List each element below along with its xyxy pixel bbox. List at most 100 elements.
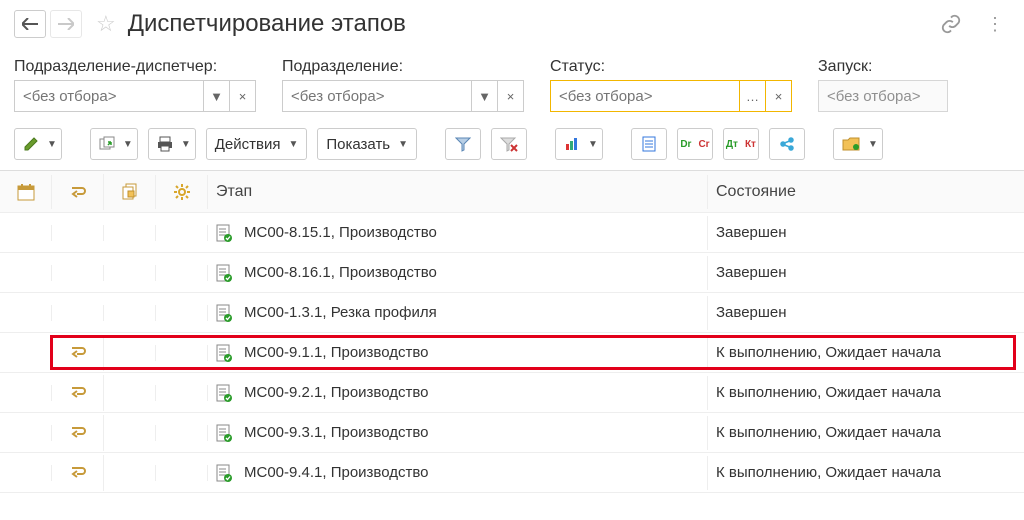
cell-multi: [104, 225, 156, 241]
cell-state: К выполнению, Ожидает начала: [708, 376, 1024, 409]
cell-calendar: [0, 265, 52, 281]
report-list-button[interactable]: [631, 128, 667, 160]
more-menu-icon[interactable]: ⋮: [986, 14, 1004, 35]
stage-text: МС00-9.3.1, Производство: [244, 424, 429, 441]
filter-status-label: Статус:: [550, 58, 792, 76]
cell-stage: МС00-9.2.1, Производство: [208, 376, 708, 410]
document-ok-icon: [216, 264, 232, 282]
col-calendar-icon[interactable]: [0, 175, 52, 209]
filter-launch-input: [818, 80, 948, 112]
cell-gear: [156, 225, 208, 241]
cell-multi: [104, 305, 156, 321]
cell-loop-icon: [52, 265, 104, 281]
filter-division-input[interactable]: [282, 80, 472, 112]
table-row[interactable]: МС00-9.2.1, Производство К выполнению, Ож…: [0, 373, 1024, 413]
refresh-button[interactable]: ▼: [90, 128, 138, 160]
table-row[interactable]: МС00-9.1.1, Производство К выполнению, Ож…: [0, 333, 1024, 373]
filter-dispatcher-dropdown[interactable]: ▼: [204, 80, 230, 112]
cell-gear: [156, 345, 208, 361]
col-gear-icon[interactable]: [156, 175, 208, 209]
col-state-header[interactable]: Состояние: [708, 175, 1024, 209]
filter-division-dropdown[interactable]: ▼: [472, 80, 498, 112]
stage-text: МС00-9.1.1, Производство: [244, 344, 429, 361]
document-ok-icon: [216, 384, 232, 402]
cell-loop-icon: [52, 455, 104, 491]
document-ok-icon: [216, 464, 232, 482]
filter-dispatcher-label: Подразделение-диспетчер:: [14, 58, 256, 76]
cell-loop-icon: [52, 225, 104, 241]
cell-stage: МС00-1.3.1, Резка профиля: [208, 296, 708, 330]
cell-gear: [156, 385, 208, 401]
table-row[interactable]: МС00-1.3.1, Резка профиля Завершен: [0, 293, 1024, 333]
cell-calendar: [0, 385, 52, 401]
document-ok-icon: [216, 424, 232, 442]
cell-loop-icon: [52, 335, 104, 371]
nav-forward-button[interactable]: [50, 10, 82, 38]
cell-stage: МС00-8.16.1, Производство: [208, 256, 708, 290]
filter-division-label: Подразделение:: [282, 58, 524, 76]
filter-dispatcher-clear[interactable]: ×: [230, 80, 256, 112]
cell-calendar: [0, 305, 52, 321]
cell-gear: [156, 465, 208, 481]
stage-text: МС00-9.2.1, Производство: [244, 384, 429, 401]
cell-loop-icon: [52, 305, 104, 321]
cell-calendar: [0, 225, 52, 241]
table-row[interactable]: МС00-9.4.1, ПроизводствоК выполнению, Ож…: [0, 453, 1024, 493]
cell-gear: [156, 425, 208, 441]
drcr-button[interactable]: DrCr: [677, 128, 713, 160]
stage-text: МС00-1.3.1, Резка профиля: [244, 304, 437, 321]
cell-stage: МС00-9.3.1, Производство: [208, 416, 708, 450]
table-header: Этап Состояние: [0, 171, 1024, 213]
filter-status-pick[interactable]: …: [740, 80, 766, 112]
cell-calendar: [0, 465, 52, 481]
favorite-star-icon[interactable]: ☆: [96, 11, 116, 37]
document-ok-icon: [216, 344, 232, 362]
col-multi-icon[interactable]: [104, 175, 156, 209]
cell-gear: [156, 265, 208, 281]
actions-button[interactable]: Действия ▼: [206, 128, 308, 160]
stage-text: МС00-8.15.1, Производство: [244, 224, 437, 241]
cell-loop-icon: [52, 375, 104, 411]
filter-dispatcher-input[interactable]: [14, 80, 204, 112]
cell-multi: [104, 265, 156, 281]
cell-multi: [104, 425, 156, 441]
cell-state: К выполнению, Ожидает начала: [708, 456, 1024, 489]
document-ok-icon: [216, 224, 232, 242]
cell-multi: [104, 465, 156, 481]
actions-label: Действия: [215, 136, 281, 153]
filter-clear-button[interactable]: [491, 128, 527, 160]
edit-button[interactable]: ▼: [14, 128, 62, 160]
stages-table: Этап Состояние МС00-8.15.1, Производство…: [0, 170, 1024, 493]
cell-state: Завершен: [708, 256, 1024, 289]
filter-status-clear[interactable]: ×: [766, 80, 792, 112]
filter-division-clear[interactable]: ×: [498, 80, 524, 112]
filter-status-input[interactable]: [550, 80, 740, 112]
table-row[interactable]: МС00-8.15.1, ПроизводствоЗавершен: [0, 213, 1024, 253]
show-label: Показать: [326, 136, 390, 153]
folder-button[interactable]: ▼: [833, 128, 883, 160]
cell-state: Завершен: [708, 296, 1024, 329]
cell-stage: МС00-9.4.1, Производство: [208, 456, 708, 490]
cell-state: К выполнению, Ожидает начала: [708, 416, 1024, 449]
chart-button[interactable]: ▼: [555, 128, 603, 160]
cell-calendar: [0, 425, 52, 441]
cell-state: К выполнению, Ожидает начала: [708, 336, 1024, 369]
nav-back-button[interactable]: [14, 10, 46, 38]
col-loop-icon[interactable]: [52, 174, 104, 210]
document-ok-icon: [216, 304, 232, 322]
dtkt-button[interactable]: ДтКт: [723, 128, 759, 160]
col-stage-header[interactable]: Этап: [208, 175, 708, 209]
cell-gear: [156, 305, 208, 321]
filter-funnel-button[interactable]: [445, 128, 481, 160]
cell-loop-icon: [52, 415, 104, 451]
print-button[interactable]: ▼: [148, 128, 196, 160]
cell-stage: МС00-9.1.1, Производство: [208, 336, 708, 370]
cell-calendar: [0, 345, 52, 361]
table-row[interactable]: МС00-9.3.1, Производство К выполнению, Ож…: [0, 413, 1024, 453]
show-button[interactable]: Показать ▼: [317, 128, 417, 160]
stage-text: МС00-8.16.1, Производство: [244, 264, 437, 281]
filter-launch-label: Запуск:: [818, 58, 948, 76]
table-row[interactable]: МС00-8.16.1, Производство Завершен: [0, 253, 1024, 293]
share-button[interactable]: [769, 128, 805, 160]
link-icon[interactable]: [940, 13, 962, 35]
